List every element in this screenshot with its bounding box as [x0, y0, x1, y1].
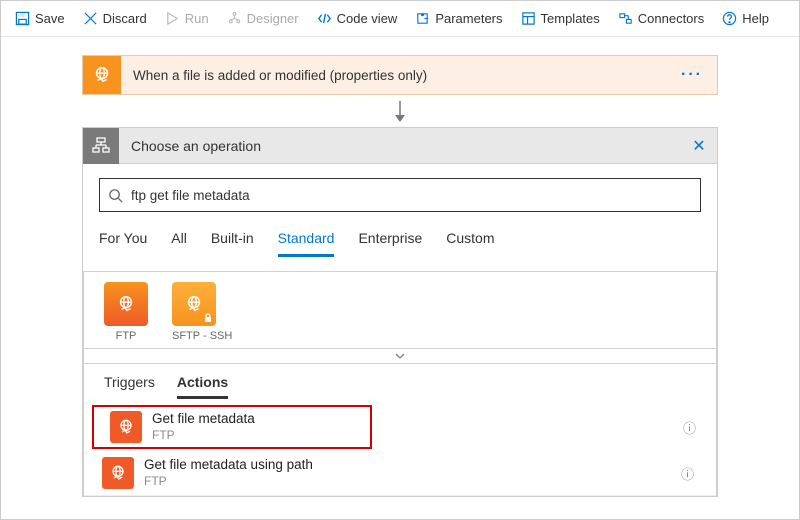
discard-icon [83, 11, 98, 26]
help-label: Help [742, 11, 769, 26]
save-label: Save [35, 11, 65, 26]
templates-label: Templates [541, 11, 600, 26]
connectors-expander[interactable] [84, 348, 716, 364]
info-icon[interactable]: ⓘ [683, 418, 716, 437]
run-icon [165, 11, 180, 26]
globe-icon [91, 64, 113, 86]
save-button[interactable]: Save [7, 7, 73, 30]
operation-panel: Choose an operation ✕ For You All Built-in… [82, 127, 718, 497]
run-label: Run [185, 11, 209, 26]
templates-icon [521, 11, 536, 26]
parameters-label: Parameters [435, 11, 502, 26]
discard-label: Discard [103, 11, 147, 26]
code-view-label: Code view [337, 11, 398, 26]
connector-label: FTP [104, 330, 148, 342]
connector-label: SFTP - SSH [172, 330, 232, 342]
designer-label: Designer [247, 11, 299, 26]
chevron-down-icon [394, 352, 406, 360]
ta-tab-triggers[interactable]: Triggers [104, 374, 155, 399]
panel-title: Choose an operation [119, 138, 681, 154]
connectors-icon [618, 11, 633, 26]
trigger-action-tabs: Triggers Actions [84, 364, 716, 399]
category-tab-custom[interactable]: Custom [446, 230, 494, 257]
designer-icon [227, 11, 242, 26]
code-view-button[interactable]: Code view [309, 7, 406, 30]
connectors-button[interactable]: Connectors [610, 7, 712, 30]
search-icon [108, 188, 123, 203]
info-icon[interactable]: ⓘ [681, 464, 698, 483]
parameters-button[interactable]: Parameters [407, 7, 510, 30]
category-tab-enterprise[interactable]: Enterprise [358, 230, 422, 257]
action-subtitle: FTP [152, 428, 354, 443]
code-icon [317, 11, 332, 26]
action-row[interactable]: Get file metadataFTP [92, 405, 372, 449]
action-ftp-icon [110, 411, 142, 443]
connectors-label: Connectors [638, 11, 704, 26]
panel-close-button[interactable]: ✕ [681, 136, 717, 156]
help-icon [722, 11, 737, 26]
connectors-section: FTP SFTP - SSH Triggers Actions Get file m… [83, 271, 717, 496]
connector-icon [104, 282, 148, 326]
panel-header-icon [83, 128, 119, 164]
category-tab-built-in[interactable]: Built-in [211, 230, 254, 257]
category-tab-all[interactable]: All [171, 230, 187, 257]
search-box[interactable] [99, 178, 701, 212]
search-input[interactable] [123, 188, 692, 203]
connector-sftp-ssh[interactable]: SFTP - SSH [172, 282, 232, 342]
discard-button[interactable]: Discard [75, 7, 155, 30]
templates-button[interactable]: Templates [513, 7, 608, 30]
parameters-icon [415, 11, 430, 26]
trigger-title: When a file is added or modified (proper… [121, 68, 667, 83]
trigger-ftp-icon [83, 56, 121, 94]
action-list: Get file metadataFTPⓘGet file metadata u… [84, 399, 716, 496]
panel-header: Choose an operation ✕ [83, 128, 717, 164]
designer-button[interactable]: Designer [219, 7, 307, 30]
panel-body: For You All Built-in Standard Enterprise Cust… [83, 164, 717, 496]
flow-arrow-icon [390, 101, 410, 123]
action-ftp-icon [102, 457, 134, 489]
help-button[interactable]: Help [714, 7, 777, 30]
action-title: Get file metadata using path [144, 457, 681, 474]
connector-icon [172, 282, 216, 326]
trigger-card[interactable]: When a file is added or modified (proper… [82, 55, 718, 95]
designer-canvas: When a file is added or modified (proper… [1, 37, 799, 497]
action-title: Get file metadata [152, 411, 354, 428]
operation-icon [92, 137, 110, 155]
action-subtitle: FTP [144, 474, 681, 489]
ta-tab-actions[interactable]: Actions [177, 374, 228, 399]
toolbar: Save Discard Run Designer Code view Para… [1, 1, 799, 37]
category-tab-for-you[interactable]: For You [99, 230, 147, 257]
category-tab-standard[interactable]: Standard [278, 230, 335, 257]
trigger-menu-button[interactable]: ··· [667, 66, 717, 84]
run-button[interactable]: Run [157, 7, 217, 30]
connector-ftp[interactable]: FTP [104, 282, 148, 342]
action-row[interactable]: Get file metadata using pathFTPⓘ [84, 451, 716, 496]
category-tabs: For You All Built-in Standard Enterprise Cust… [99, 230, 701, 257]
save-icon [15, 11, 30, 26]
